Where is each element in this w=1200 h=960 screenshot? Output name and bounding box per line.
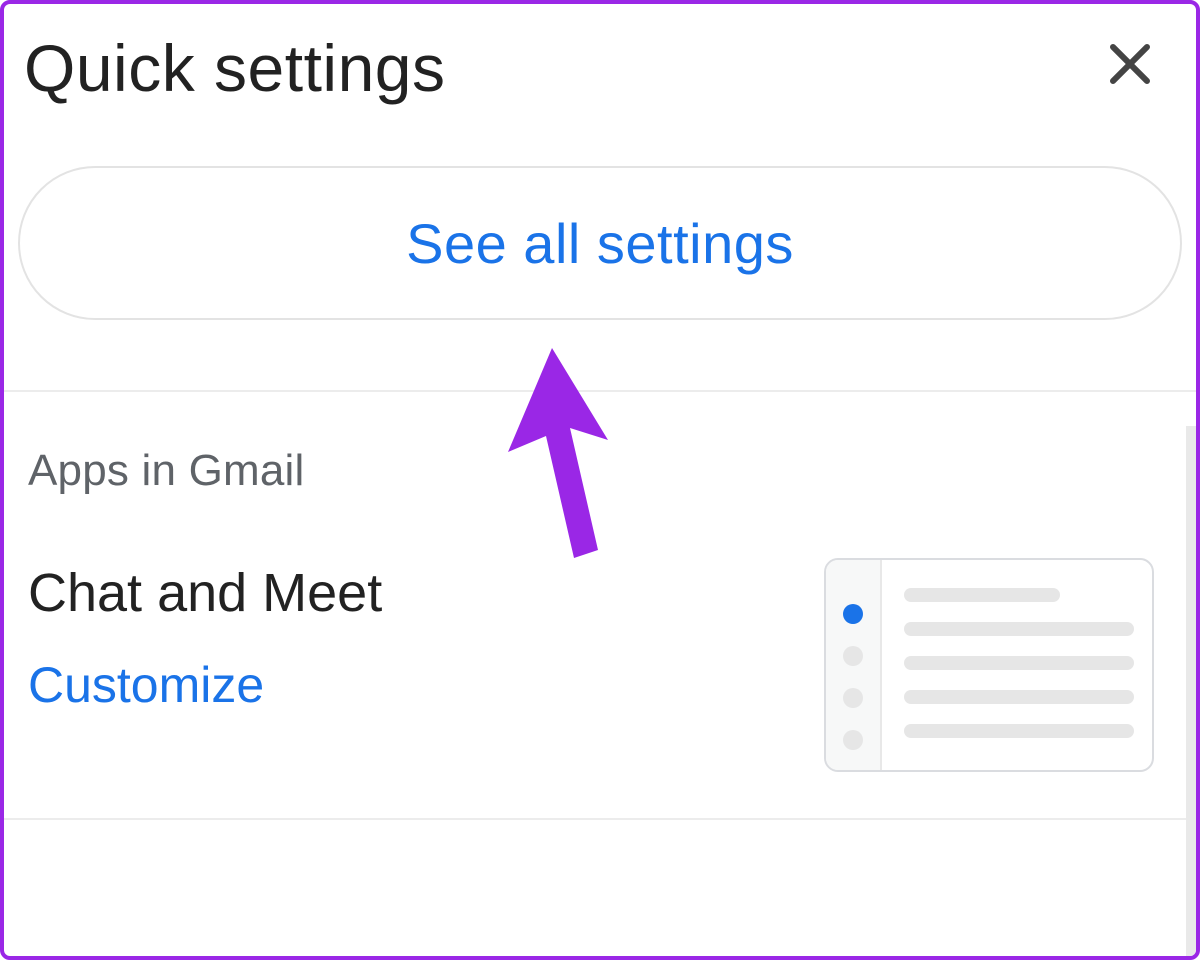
panel-title: Quick settings bbox=[24, 30, 446, 106]
preview-line bbox=[904, 588, 1060, 602]
preview-line bbox=[904, 656, 1134, 670]
preview-line bbox=[904, 724, 1134, 738]
chat-and-meet-option[interactable]: Chat and Meet Customize bbox=[28, 562, 1172, 772]
section-title: Apps in Gmail bbox=[28, 446, 1172, 496]
preview-line bbox=[904, 690, 1134, 704]
panel-header: Quick settings bbox=[4, 4, 1196, 106]
preview-dot bbox=[843, 646, 863, 666]
preview-sidebar bbox=[826, 560, 882, 770]
preview-body bbox=[882, 560, 1152, 770]
preview-line bbox=[904, 622, 1134, 636]
option-label: Chat and Meet bbox=[28, 562, 382, 624]
scrollbar-track[interactable] bbox=[1186, 426, 1196, 956]
see-all-settings-label: See all settings bbox=[406, 211, 794, 276]
divider bbox=[4, 818, 1196, 820]
preview-dot bbox=[843, 688, 863, 708]
option-text-column: Chat and Meet Customize bbox=[28, 562, 382, 714]
see-all-settings-button[interactable]: See all settings bbox=[18, 166, 1182, 320]
quick-settings-panel: Quick settings See all settings Apps in … bbox=[0, 0, 1200, 960]
see-all-container: See all settings bbox=[4, 106, 1196, 320]
close-icon bbox=[1107, 39, 1153, 97]
layout-preview-thumbnail bbox=[824, 558, 1154, 772]
customize-link[interactable]: Customize bbox=[28, 656, 382, 714]
apps-in-gmail-section: Apps in Gmail Chat and Meet Customize bbox=[4, 392, 1196, 772]
close-button[interactable] bbox=[1100, 38, 1160, 98]
preview-dot bbox=[843, 730, 863, 750]
preview-dot-active bbox=[843, 604, 863, 624]
